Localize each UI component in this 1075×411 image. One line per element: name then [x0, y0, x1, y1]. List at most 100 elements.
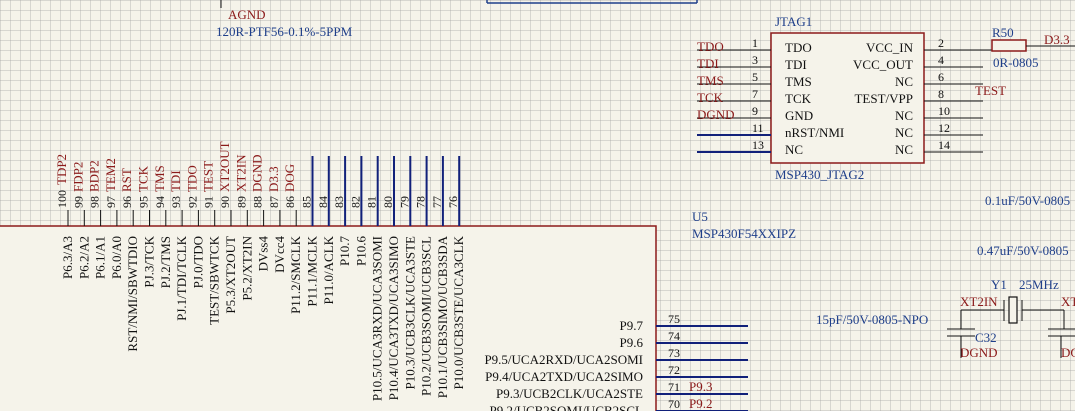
- u5-pin-88-net: DGND: [250, 154, 265, 192]
- u5-pin-87-name: DVcc4: [272, 236, 287, 273]
- jtag-pin-11-name: nRST/NMI: [785, 125, 844, 140]
- u5-pin-80-name: P10.4/UCA3TXD/UCA3SIMO: [386, 236, 401, 400]
- jtag-connector[interactable]: JTAG1 MSP430_JTAG2 1 TDO TDO 3 TDI TDI 5 TMS TMS…: [697, 14, 1006, 182]
- u5-pin-89-net: XT2IN: [233, 154, 248, 192]
- jtag-pin-5-net: TMS: [697, 73, 724, 88]
- resistor-r50[interactable]: R50 0R-0805 D3.3: [991, 25, 1075, 70]
- u5-pin-91-name: TEST/SBWTCK: [207, 235, 222, 324]
- u5-pin-90-name: P5.3/XT2OUT: [223, 236, 238, 314]
- schematic-canvas: AGND 120R-PTF56-0.1%-5PPM JTAG1 MSP430_J…: [0, 0, 1075, 411]
- u5-pin-86-name: P11.2/SMCLK: [288, 235, 303, 314]
- u5-pin-72-number: 72: [668, 363, 680, 377]
- jtag-pin-2-name: VCC_IN: [866, 40, 914, 55]
- u5-pin-98-number: 98: [88, 196, 102, 208]
- u5-pin-94-number: 94: [153, 196, 167, 208]
- u5-pin-82-name: P10.6: [353, 236, 368, 266]
- u5-pin-82-number: 82: [348, 196, 362, 208]
- c32-designator: C32: [975, 330, 997, 345]
- u5-pin-95-name: PJ.3/TCK: [142, 235, 157, 287]
- u5-pin-97-number: 97: [104, 196, 118, 208]
- u5-pin-71-net: P9.3: [689, 379, 712, 394]
- u5-pin-79-name: P10.3/UCB3CLK/UCA3STE: [402, 236, 417, 390]
- u5-pin-100-name: P6.3/A3: [60, 236, 75, 279]
- jtag-pin-1-name: TDO: [785, 40, 812, 55]
- u5-pin-77-name: P10.1/UCB3SIMO/UCB3SDA: [435, 235, 450, 398]
- resistor-value-label: 120R-PTF56-0.1%-5PPM: [216, 24, 353, 39]
- u5-pin-94-name: PJ.2/TMS: [158, 236, 173, 288]
- u5-pin-89-number: 89: [234, 196, 248, 208]
- u5-pin-93-net: TDI: [168, 170, 183, 192]
- u5-pin-71-number: 71: [668, 380, 680, 394]
- u5-pin-81-number: 81: [365, 196, 379, 208]
- xt-net-label: XT: [1061, 294, 1075, 309]
- u5-pin-94-net: TMS: [152, 165, 167, 192]
- jtag-pin-10-name: NC: [895, 108, 913, 123]
- jtag-pin-11-number: 11: [752, 121, 764, 135]
- r50-designator: R50: [992, 25, 1014, 40]
- u5-pin-92-name: PJ.0/TDO: [190, 236, 205, 288]
- schematic-sheet: AGND 120R-PTF56-0.1%-5PPM JTAG1 MSP430_J…: [0, 0, 1075, 411]
- jtag-pin-9-net: DGND: [697, 107, 735, 122]
- u5-pin-99-net: FDP2: [70, 162, 85, 192]
- u5-pin-91-net: TEST: [201, 161, 216, 192]
- u5-pin-89-name: P5.2/XT2IN: [239, 235, 254, 300]
- u5-pin-85-number: 85: [300, 196, 314, 208]
- u5-pin-71-name: P9.3/UCB2CLK/UCA2STE: [496, 386, 643, 401]
- r50-net-label: D3.3: [1044, 32, 1070, 47]
- jtag-pin-7-name: TCK: [785, 91, 812, 106]
- u5-pin-98-name: P6.1/A1: [93, 236, 108, 279]
- jtag-pin-5-number: 5: [752, 70, 758, 84]
- u5-part-label: MSP430F54XXIPZ: [692, 226, 796, 241]
- crystal-section[interactable]: 0.1uF/50V-0805 0.47uF/50V-0805 Y1 25MHz …: [816, 193, 1075, 360]
- jtag-pin-14-name: NC: [895, 142, 913, 157]
- jtag-pin-13-number: 13: [752, 138, 764, 152]
- u5-pin-74-name: P9.6: [620, 335, 644, 350]
- u5-pin-88-name: DVss4: [256, 236, 271, 272]
- agnd-net-label: AGND: [228, 7, 266, 22]
- jtag-pin-3-net: TDI: [697, 56, 719, 71]
- u5-pin-70-net: P9.2: [689, 396, 712, 411]
- crystal-designator: Y1: [991, 277, 1007, 292]
- jtag-pin-3-name: TDI: [785, 57, 807, 72]
- u5-pin-91-number: 91: [202, 196, 216, 208]
- jtag-pin-9-number: 9: [752, 104, 758, 118]
- u5-pin-95-number: 95: [137, 196, 151, 208]
- u5-pin-93-number: 93: [169, 196, 183, 208]
- r50-value: 0R-0805: [993, 55, 1039, 70]
- u5-pin-93-name: PJ.1/TDI/TCLK: [174, 235, 189, 320]
- u5-pin-95-net: TCK: [136, 165, 151, 192]
- u5-pin-98-net: BDP2: [87, 160, 102, 192]
- u5-pin-90-number: 90: [218, 196, 232, 208]
- jtag-pin-7-net: TCK: [697, 90, 724, 105]
- jtag-pin-10-number: 10: [938, 104, 950, 118]
- mcu-u5[interactable]: U5 MSP430F54XXIPZ 100 TDP2 P6.3/A3 99 FDP2 P6…: [0, 141, 796, 411]
- u5-pin-80-number: 80: [381, 196, 395, 208]
- jtag-pin-5-name: TMS: [785, 74, 812, 89]
- u5-pin-84-name: P11.0/ACLK: [321, 235, 336, 304]
- jtag-designator: JTAG1: [775, 14, 812, 29]
- u5-pin-99-number: 99: [71, 196, 85, 208]
- u5-pin-74-number: 74: [668, 329, 680, 343]
- u5-pin-70-name: P9.2/UCB2SOMI/UCB2SCL: [489, 403, 643, 411]
- u5-pin-100-net: TDP2: [54, 154, 69, 185]
- u5-pin-72-name: P9.4/UCA2TXD/UCA2SIMO: [485, 369, 643, 384]
- u5-pin-75-number: 75: [668, 312, 680, 326]
- crystal-body: [1008, 296, 1018, 324]
- jtag-pin-8-number: 8: [938, 87, 944, 101]
- u5-pin-83-name: P10.7: [337, 236, 352, 266]
- r50-body: [991, 39, 1027, 52]
- jtag-part-label: MSP430_JTAG2: [775, 167, 864, 182]
- jtag-pin-6-name: NC: [895, 74, 913, 89]
- cap-note-2: 0.47uF/50V-0805: [977, 243, 1069, 258]
- u5-pin-81-name: P10.5/UCA3RXD/UCA3SOMI: [370, 236, 385, 401]
- u5-designator: U5: [692, 209, 708, 224]
- u5-pin-97-name: P6.0/A0: [109, 236, 124, 279]
- u5-pin-77-number: 77: [430, 196, 444, 208]
- jtag-pin-12-number: 12: [938, 121, 950, 135]
- crystal-frequency: 25MHz: [1019, 277, 1059, 292]
- jtag-pin-1-net: TDO: [697, 39, 724, 54]
- u5-pin-99-name: P6.2/A2: [76, 236, 91, 279]
- u5-pin-76-number: 76: [446, 196, 460, 208]
- jtag-pin-9-name: GND: [785, 108, 813, 123]
- jtag-pin-14-number: 14: [938, 138, 950, 152]
